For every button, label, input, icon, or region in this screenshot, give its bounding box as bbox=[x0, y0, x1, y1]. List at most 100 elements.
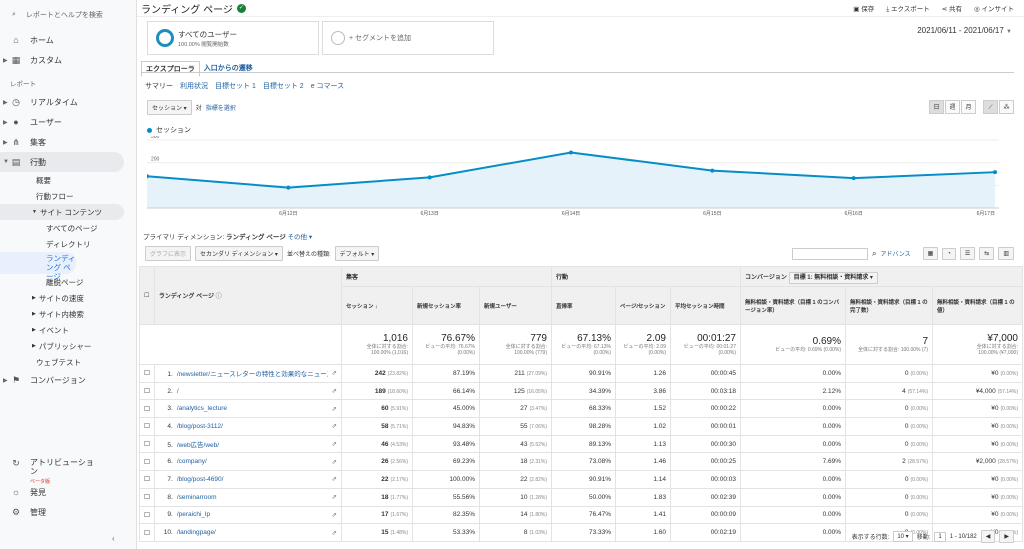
landing-page-cell[interactable]: 9./peraichi_lp bbox=[153, 505, 328, 525]
sidebar-item-custom[interactable]: ▶ ▦ カスタム bbox=[0, 50, 136, 70]
sidebar-item-events[interactable]: ▶ イベント bbox=[0, 322, 136, 338]
row-checkbox[interactable]: ☐ bbox=[139, 487, 155, 507]
landing-page-cell[interactable]: 6./company/ bbox=[153, 452, 328, 472]
date-range-picker[interactable]: 2021/06/11 - 2021/06/17 ▼ bbox=[917, 26, 1012, 35]
landing-page-cell[interactable]: 1./newsletter/ニュースレターの特性と効果的なニュースレター/ bbox=[153, 364, 328, 383]
plot-rows-button[interactable]: グラフに表示 bbox=[145, 246, 192, 261]
table-row[interactable]: ☐ 9./peraichi_lp ⇗ 17 (1.67%) 82.35% 14 (1.80%)… bbox=[139, 505, 1023, 525]
sidebar-item-conversion[interactable]: ▶ ⚑ コンバージョン bbox=[0, 370, 136, 390]
subnav-summary[interactable]: サマリー bbox=[145, 81, 173, 91]
table-search-input[interactable] bbox=[791, 247, 868, 260]
collapse-sidebar-icon[interactable]: ‹ bbox=[112, 534, 115, 543]
external-link-icon[interactable]: ⇗ bbox=[327, 487, 342, 507]
performance-view-icon[interactable]: ☰ bbox=[959, 247, 976, 260]
sidebar-item-behavior[interactable]: ▼ ▤ 行動 bbox=[0, 152, 124, 172]
landing-page-cell[interactable]: 4./blog/post-3112/ bbox=[153, 417, 328, 436]
landing-page-cell[interactable]: 10./landingpage/ bbox=[153, 523, 328, 542]
subnav-goal-set-1[interactable]: 目標セット 1 bbox=[215, 81, 256, 91]
table-row[interactable]: ☐1./newsletter/ニュースレターの特性と効果的なニュースレター/⇗2… bbox=[139, 364, 1023, 383]
save-button[interactable]: ▣ 保存 bbox=[853, 3, 874, 14]
sidebar-item-users[interactable]: ▶ ● ユーザー bbox=[0, 112, 136, 132]
external-link-icon[interactable]: ⇗ bbox=[327, 470, 342, 489]
sidebar-item-exit-pages[interactable]: 離脱ページ bbox=[0, 274, 136, 290]
period-month-button[interactable]: 月 bbox=[961, 100, 976, 114]
goto-page-input[interactable]: 1 bbox=[934, 531, 946, 542]
period-week-button[interactable]: 週 bbox=[945, 100, 960, 114]
subnav-usage[interactable]: 利用状況 bbox=[180, 81, 208, 91]
col-bounce-rate[interactable]: 直帰率 bbox=[551, 286, 616, 325]
share-button[interactable]: ⋖ 共有 bbox=[942, 3, 962, 14]
external-link-icon[interactable]: ⇗ bbox=[327, 452, 342, 472]
external-link-icon[interactable]: ⇗ bbox=[327, 523, 342, 542]
sidebar-item-landing-pages[interactable]: ランディング ページ bbox=[0, 252, 76, 281]
insights-button[interactable]: ◎ インサイト bbox=[974, 3, 1014, 14]
row-checkbox[interactable]: ☐ bbox=[139, 505, 155, 525]
table-row[interactable]: ☐ 8./seminarroom ⇗ 18 (1.77%) 55.56% 10 (1.28%)… bbox=[139, 487, 1023, 507]
external-link-icon[interactable]: ⇗ bbox=[327, 505, 342, 525]
goal-select[interactable]: 目標 1: 無料相談・資料請求 ▾ bbox=[788, 272, 878, 284]
subnav-ecommerce[interactable]: e コマース bbox=[311, 81, 345, 91]
sidebar-item-directory[interactable]: ディレクトリ bbox=[0, 236, 136, 252]
pivot-view-icon[interactable]: ▥ bbox=[998, 247, 1014, 260]
landing-page-cell[interactable]: 3./analytics_lecture bbox=[153, 399, 328, 419]
comparison-view-icon[interactable]: ⇆ bbox=[979, 247, 995, 260]
line-chart-icon[interactable]: ⟋ bbox=[983, 100, 998, 114]
row-checkbox[interactable]: ☐ bbox=[139, 364, 155, 383]
tab-entrance-paths[interactable]: 入口からの遷移 bbox=[200, 61, 257, 77]
sidebar-item-realtime[interactable]: ▶ ◷ リアルタイム bbox=[0, 92, 136, 112]
row-checkbox[interactable]: ☐ bbox=[139, 417, 155, 436]
external-link-icon[interactable]: ⇗ bbox=[327, 417, 342, 436]
table-row[interactable]: ☐ 3./analytics_lecture ⇗ 60 (5.91%) 45.00% 27(… bbox=[139, 399, 1023, 419]
search-bar[interactable]: ⌕ レポートとヘルプを検索 bbox=[0, 0, 136, 30]
metric-select[interactable]: セッション ▾ bbox=[147, 100, 192, 115]
sort-type-select[interactable]: デフォルト ▾ bbox=[334, 246, 380, 261]
external-link-icon[interactable]: ⇗ bbox=[327, 381, 342, 401]
search-icon[interactable]: ⌕ bbox=[872, 249, 876, 259]
sidebar-item-site-speed[interactable]: ▶ サイトの速度 bbox=[0, 290, 136, 306]
col-goal-completions[interactable]: 無料相談・資料請求（目標 1 の完了数） bbox=[845, 286, 933, 325]
select-all-checkbox[interactable]: ☐ bbox=[139, 266, 155, 325]
table-row[interactable]: ☐ 7./blog/post-4690/⇗ 22 (2.17%) 100.00% 22 (2… bbox=[139, 470, 1023, 489]
other-dimension-link[interactable]: その他 ▾ bbox=[288, 234, 313, 241]
table-row[interactable]: ☐ 5./web広告/web/⇗ 46 (4.53%) 93.48% 43 (5.52%) 8… bbox=[139, 434, 1023, 454]
landing-page-cell[interactable]: 7./blog/post-4690/ bbox=[153, 470, 328, 489]
rows-per-page-select[interactable]: 10 ▾ bbox=[893, 531, 913, 542]
table-row[interactable]: ☐ 6./company/⇗ 26 (2.56%) 69.23% 18 (2.31%) 73.… bbox=[139, 452, 1023, 472]
col-goal-conv-rate[interactable]: 無料相談・資料請求（目標 1 のコンバージョン率） bbox=[740, 286, 846, 325]
sidebar-item-acquisition[interactable]: ▶ ⋔ 集客 bbox=[0, 132, 136, 152]
next-page-button[interactable]: ▶ bbox=[999, 530, 1014, 543]
col-goal-value[interactable]: 無料相談・資料請求（目標 1 の値） bbox=[932, 286, 1023, 325]
table-row[interactable]: ☐ 2. / ⇗ 189 (18.60%) 66.14% 125 (16.05%) 34.39% 3… bbox=[139, 381, 1023, 401]
pie-view-icon[interactable]: ◔ bbox=[942, 247, 956, 260]
table-row[interactable]: ☐ 4./blog/post-3112/⇗ 58 (5.71%) 94.83% 55 (7.… bbox=[139, 417, 1023, 436]
sidebar-item-site-content[interactable]: ▼ サイト コンテンツ bbox=[0, 204, 124, 220]
export-button[interactable]: ⤓ エクスポート bbox=[886, 3, 930, 14]
row-checkbox[interactable]: ☐ bbox=[139, 399, 155, 419]
sidebar-item-publisher[interactable]: ▶ パブリッシャー bbox=[0, 338, 136, 354]
secondary-dimension-select[interactable]: セカンダリ ディメンション ▾ bbox=[195, 246, 283, 261]
data-view-icon[interactable]: ▦ bbox=[922, 247, 939, 260]
select-metric-link[interactable]: 指標を選択 bbox=[206, 103, 236, 112]
row-checkbox[interactable]: ☐ bbox=[139, 523, 155, 542]
external-link-icon[interactable]: ⇗ bbox=[327, 364, 342, 383]
col-sessions[interactable]: セッション ↓ bbox=[341, 286, 413, 325]
sidebar-item-all-pages[interactable]: すべてのページ bbox=[0, 220, 136, 236]
prev-page-button[interactable]: ◀ bbox=[980, 530, 996, 543]
subnav-goal-set-2[interactable]: 目標セット 2 bbox=[263, 81, 304, 91]
tab-explorer[interactable]: エクスプローラ bbox=[141, 61, 200, 77]
sidebar-item-home[interactable]: ⌂ ホーム bbox=[0, 30, 136, 50]
sidebar-item-web-test[interactable]: ウェブテスト bbox=[0, 354, 136, 370]
sidebar-item-admin[interactable]: ⚙ 管理 bbox=[0, 502, 137, 522]
sidebar-item-behavior-flow[interactable]: 行動フロー bbox=[0, 188, 136, 204]
col-new-users[interactable]: 新規ユーザー bbox=[479, 286, 552, 325]
col-pages-per-session[interactable]: ページ/セッション bbox=[615, 286, 671, 325]
row-checkbox[interactable]: ☐ bbox=[139, 470, 155, 489]
advanced-link[interactable]: アドバンス bbox=[880, 249, 910, 258]
row-checkbox[interactable]: ☐ bbox=[139, 381, 155, 401]
landing-page-cell[interactable]: 2. / bbox=[153, 381, 328, 401]
external-link-icon[interactable]: ⇗ bbox=[327, 434, 342, 454]
col-landing-page[interactable]: ランディング ページ ⓘ bbox=[153, 266, 343, 325]
col-avg-session-duration[interactable]: 平均セッション時間 bbox=[670, 286, 741, 325]
external-link-icon[interactable]: ⇗ bbox=[327, 399, 342, 419]
sidebar-item-overview[interactable]: 概要 bbox=[0, 172, 136, 188]
